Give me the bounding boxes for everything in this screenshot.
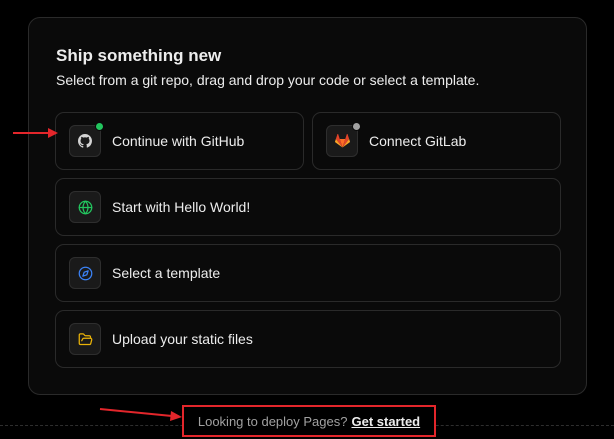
compass-icon (78, 266, 92, 280)
github-label: Continue with GitHub (112, 133, 245, 149)
github-icon (78, 134, 92, 148)
deploy-pages-footer: Looking to deploy Pages? Get started (182, 405, 436, 437)
footer-text: Looking to deploy Pages? (197, 413, 348, 429)
continue-with-github-button[interactable]: Continue with GitHub (55, 112, 304, 170)
annotation-arrow-github (13, 128, 58, 138)
globe-icon-box (69, 191, 101, 223)
connect-gitlab-button[interactable]: Connect GitLab (312, 112, 561, 170)
compass-icon-box (69, 257, 101, 289)
card-subtitle: Select from a git repo, drag and drop yo… (56, 72, 480, 88)
gitlab-icon-box (326, 122, 361, 157)
github-icon-box (69, 122, 104, 157)
annotation-arrow-footer (99, 408, 182, 421)
hello-world-label: Start with Hello World! (112, 199, 251, 215)
globe-icon (78, 200, 92, 214)
upload-static-files-button[interactable]: Upload your static files (55, 310, 561, 368)
gitlab-label: Connect GitLab (369, 133, 467, 149)
start-with-hello-world-button[interactable]: Start with Hello World! (55, 178, 561, 236)
github-connected-indicator (95, 122, 104, 131)
upload-label: Upload your static files (112, 331, 253, 347)
gitlab-status-indicator (352, 122, 361, 131)
select-a-template-button[interactable]: Select a template (55, 244, 561, 302)
folder-icon-box (69, 323, 101, 355)
get-started-link[interactable]: Get started (351, 414, 420, 429)
folder-icon (78, 332, 92, 345)
gitlab-icon (334, 134, 350, 148)
card-title: Ship something new (56, 46, 222, 65)
template-label: Select a template (112, 265, 221, 281)
